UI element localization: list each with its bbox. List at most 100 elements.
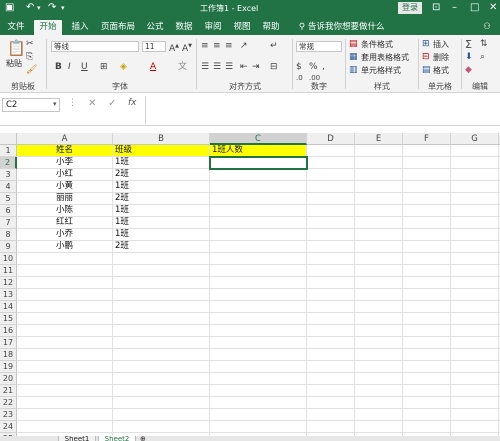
tab-review[interactable]: 审阅 [201, 20, 225, 35]
cell-f4[interactable] [403, 181, 451, 193]
cell-f9[interactable] [403, 241, 451, 253]
accounting-format-icon[interactable]: $ [296, 62, 302, 73]
row-header-21[interactable]: 21 [0, 385, 17, 397]
cell-g6[interactable] [451, 205, 499, 217]
column-header-g[interactable]: G [451, 133, 499, 145]
cell-c23[interactable] [210, 409, 307, 421]
cell-d23[interactable] [307, 409, 355, 421]
cell-e20[interactable] [355, 373, 403, 385]
tab-home[interactable]: 开始 [34, 20, 62, 35]
row-header-10[interactable]: 10 [0, 253, 17, 265]
column-header-e[interactable]: E [355, 133, 403, 145]
cell-g11[interactable] [451, 265, 499, 277]
borders-icon[interactable]: ⊞ [100, 62, 108, 73]
cell-f19[interactable] [403, 361, 451, 373]
insert-cells-icon[interactable]: ⊞ [422, 39, 430, 50]
cell-a21[interactable] [17, 385, 113, 397]
cell-a12[interactable] [17, 277, 113, 289]
cell-a1[interactable]: 姓名 [17, 145, 113, 157]
cell-e18[interactable] [355, 349, 403, 361]
cell-f21[interactable] [403, 385, 451, 397]
sort-filter-icon[interactable]: ⇅ [480, 39, 488, 50]
clear-icon[interactable]: ◆ [465, 65, 472, 76]
cell-b2[interactable]: 1班 [113, 157, 210, 169]
cell-d6[interactable] [307, 205, 355, 217]
cell-f16[interactable] [403, 325, 451, 337]
format-as-table-button[interactable]: 套用表格格式 [361, 53, 409, 63]
cell-f12[interactable] [403, 277, 451, 289]
cell-b21[interactable] [113, 385, 210, 397]
sheet-tab-sheet2[interactable]: Sheet2 [98, 436, 136, 441]
format-cells-icon[interactable]: ▤ [422, 65, 431, 76]
new-sheet-icon[interactable]: ⊕ [140, 436, 148, 441]
cell-c1[interactable]: 1班人数 [210, 145, 307, 157]
cell-d21[interactable] [307, 385, 355, 397]
cell-g16[interactable] [451, 325, 499, 337]
cell-a20[interactable] [17, 373, 113, 385]
cell-f1[interactable] [403, 145, 451, 157]
delete-cells-icon[interactable]: ⊟ [422, 52, 430, 63]
row-header-20[interactable]: 20 [0, 373, 17, 385]
cell-c9[interactable] [210, 241, 307, 253]
enter-icon[interactable]: ✓ [108, 98, 116, 109]
cell-g2[interactable] [451, 157, 499, 169]
save-icon[interactable]: ▣ [5, 2, 14, 14]
cell-g9[interactable] [451, 241, 499, 253]
cell-g17[interactable] [451, 337, 499, 349]
format-cells-button[interactable]: 格式 [433, 66, 449, 76]
cell-b19[interactable] [113, 361, 210, 373]
cell-a7[interactable]: 红红 [17, 217, 113, 229]
cancel-icon[interactable]: ✕ [88, 98, 96, 109]
cell-e6[interactable] [355, 205, 403, 217]
cell-g15[interactable] [451, 313, 499, 325]
cell-g12[interactable] [451, 277, 499, 289]
cell-d12[interactable] [307, 277, 355, 289]
cell-f5[interactable] [403, 193, 451, 205]
cell-d17[interactable] [307, 337, 355, 349]
cell-b13[interactable] [113, 289, 210, 301]
cell-d8[interactable] [307, 229, 355, 241]
format-painter-icon[interactable]: 🖌 [26, 65, 37, 76]
cell-b9[interactable]: 2班 [113, 241, 210, 253]
cell-d13[interactable] [307, 289, 355, 301]
cell-g23[interactable] [451, 409, 499, 421]
align-bottom-icon[interactable]: ≡ [225, 41, 233, 52]
cell-c2[interactable] [209, 156, 308, 170]
fill-icon[interactable]: ⬇ [465, 52, 473, 63]
cell-f7[interactable] [403, 217, 451, 229]
cell-f23[interactable] [403, 409, 451, 421]
row-header-3[interactable]: 3 [0, 169, 17, 181]
column-header-a[interactable]: A [17, 133, 113, 145]
row-header-19[interactable]: 19 [0, 361, 17, 373]
tab-insert[interactable]: 插入 [68, 20, 92, 35]
cell-d4[interactable] [307, 181, 355, 193]
cell-g19[interactable] [451, 361, 499, 373]
row-header-7[interactable]: 7 [0, 217, 17, 229]
merge-center-icon[interactable]: ⊟ [270, 62, 278, 73]
cell-e2[interactable] [355, 157, 403, 169]
row-header-2[interactable]: 2 [0, 157, 17, 169]
formula-input[interactable] [145, 96, 498, 124]
cell-styles-button[interactable]: 单元格样式 [361, 66, 401, 76]
name-box-dropdown-icon[interactable]: ▾ [53, 100, 57, 108]
find-select-icon[interactable]: ⌕ [480, 52, 485, 63]
cell-c4[interactable] [210, 181, 307, 193]
cell-b3[interactable]: 2班 [113, 169, 210, 181]
align-left-icon[interactable]: ☰ [201, 62, 209, 73]
column-header-b[interactable]: B [113, 133, 210, 145]
cell-e12[interactable] [355, 277, 403, 289]
bold-icon[interactable]: B [55, 62, 62, 73]
underline-icon[interactable]: U [81, 62, 88, 73]
cell-e23[interactable] [355, 409, 403, 421]
redo-icon[interactable]: ↷ [48, 2, 56, 14]
cell-g1[interactable] [451, 145, 499, 157]
cell-g24[interactable] [451, 421, 499, 433]
cell-e19[interactable] [355, 361, 403, 373]
row-header-15[interactable]: 15 [0, 313, 17, 325]
cell-g5[interactable] [451, 193, 499, 205]
undo-icon[interactable]: ↶ [26, 2, 34, 14]
row-header-13[interactable]: 13 [0, 289, 17, 301]
orientation-icon[interactable]: ↗ [240, 41, 248, 52]
grow-font-icon[interactable]: A▲ [169, 41, 179, 55]
share-icon[interactable]: ⚇ [480, 20, 494, 35]
